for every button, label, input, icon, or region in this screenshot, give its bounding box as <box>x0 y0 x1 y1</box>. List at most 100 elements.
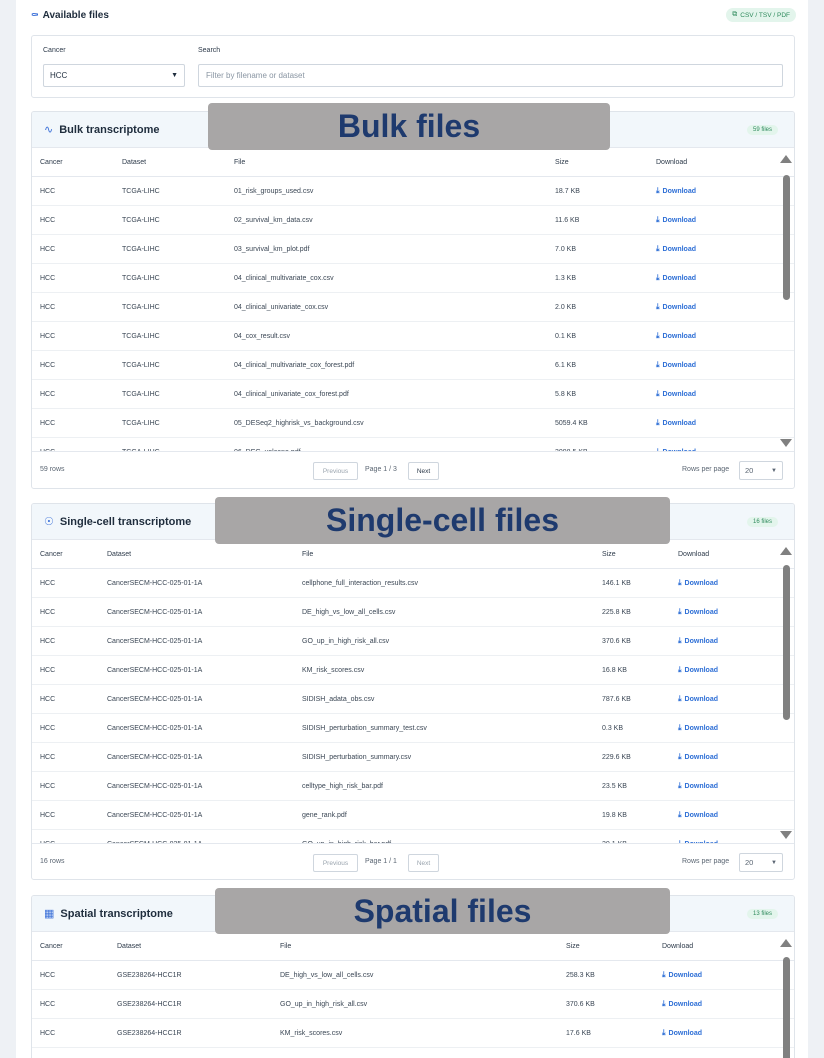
download-link[interactable]: ⤓Download <box>656 244 696 254</box>
spatial-title-group: ▦ Spatial transcriptome <box>44 907 173 921</box>
scroll-thumb[interactable] <box>783 175 790 300</box>
download-link[interactable]: ⤓Download <box>656 302 696 312</box>
scroll-up-icon[interactable] <box>780 939 792 947</box>
cell-size: 258.3 KB <box>566 971 595 979</box>
single-cell-table-body[interactable]: HCC CancerSECM-HCC-025-01-1A cellphone_ful… <box>32 569 794 843</box>
download-label: Download <box>684 724 718 732</box>
bulk-table-body[interactable]: HCC TCGA-LIHC 01_risk_groups_used.csv 18.7 … <box>32 177 794 451</box>
cell-size: 6.1 KB <box>555 361 577 369</box>
scroll-down-icon[interactable] <box>780 439 792 447</box>
cell-size: 16.8 KB <box>602 666 627 674</box>
download-icon: ⤓ <box>678 607 682 616</box>
scroll-up-icon[interactable] <box>780 155 792 163</box>
files-header: ⚰ Available files ⧉ CSV / TSV / PDF <box>31 6 796 24</box>
scroll-thumb[interactable] <box>783 957 790 1058</box>
bulk-scrollbar[interactable] <box>780 155 792 447</box>
scroll-thumb[interactable] <box>783 565 790 720</box>
spatial-table-body[interactable]: HCC GSE238264-HCC1R DE_high_vs_low_all_cel… <box>32 961 794 1058</box>
spatial-count-badge: 13 files <box>746 908 778 919</box>
single-cell-prev-button[interactable]: Previous <box>313 854 358 872</box>
single-cell-scrollbar[interactable] <box>780 547 792 839</box>
download-label: Download <box>662 332 696 340</box>
cell-cancer: HCC <box>40 637 56 645</box>
col-file: File <box>234 158 246 166</box>
single-cell-count-badge: 16 files <box>746 516 778 527</box>
spatial-title: Spatial transcriptome <box>60 907 173 920</box>
download-icon: ⤓ <box>662 999 666 1008</box>
cell-dataset: TCGA-LIHC <box>122 332 160 340</box>
download-label: Download <box>668 1000 702 1008</box>
col-cancer: Cancer <box>40 942 63 950</box>
cell-size: 370.6 KB <box>566 1000 595 1008</box>
cell-dataset: TCGA-LIHC <box>122 245 160 253</box>
table-row: HCC CancerSECM-HCC-025-01-1A celltype_high… <box>32 772 794 801</box>
single-cell-next-button[interactable]: Next <box>408 854 439 872</box>
download-label: Download <box>662 361 696 369</box>
download-link[interactable]: ⤓Download <box>662 999 702 1009</box>
single-cell-table-header: Cancer Dataset File Size Download <box>32 540 794 569</box>
download-icon: ⤓ <box>656 389 660 398</box>
cell-file: GO_up_in_high_risk_all.csv <box>280 1000 368 1008</box>
cell-file: 03_survival_km_plot.pdf <box>234 245 310 253</box>
cell-dataset: CancerSECM-HCC-025-01-1A <box>107 666 203 674</box>
cell-file: DE_high_vs_low_all_cells.csv <box>302 608 396 616</box>
cell-file: 04_clinical_univariate_cox.csv <box>234 303 329 311</box>
cell-size: 5.8 KB <box>555 390 577 398</box>
download-icon: ⤓ <box>656 273 660 282</box>
chevron-down-icon: ▼ <box>771 859 777 866</box>
cell-dataset: TCGA-LIHC <box>122 303 160 311</box>
cell-dataset: CancerSECM-HCC-025-01-1A <box>107 811 203 819</box>
cell-size: 1.3 KB <box>555 274 577 282</box>
download-link[interactable]: ⤓Download <box>662 970 702 980</box>
download-link[interactable]: ⤓Download <box>656 186 696 196</box>
download-link[interactable]: ⤓Download <box>656 418 696 428</box>
download-label: Download <box>662 187 696 195</box>
download-link[interactable]: ⤓Download <box>678 607 718 617</box>
download-link[interactable]: ⤓Download <box>678 694 718 704</box>
download-link[interactable]: ⤓Download <box>678 781 718 791</box>
download-label: Download <box>668 1029 702 1037</box>
scroll-down-icon[interactable] <box>780 831 792 839</box>
download-link[interactable]: ⤓Download <box>656 273 696 283</box>
download-label: Download <box>684 579 718 587</box>
search-input[interactable]: Filter by filename or dataset <box>198 64 783 87</box>
cell-file: 05_DESeq2_highrisk_vs_background.csv <box>234 419 364 427</box>
download-link[interactable]: ⤓Download <box>656 360 696 370</box>
download-link[interactable]: ⤓Download <box>656 331 696 341</box>
cell-size: 2.0 KB <box>555 303 577 311</box>
download-link[interactable]: ⤓Download <box>678 636 718 646</box>
download-link[interactable]: ⤓Download <box>678 578 718 588</box>
single-cell-rows-per-page-select[interactable]: 20 ▼ <box>739 853 783 872</box>
bulk-rows-per-page-select[interactable]: 20 ▼ <box>739 461 783 480</box>
download-link[interactable]: ⤓Download <box>656 215 696 225</box>
bulk-prev-button[interactable]: Previous <box>313 462 358 480</box>
download-link[interactable]: ⤓Download <box>678 752 718 762</box>
spatial-scrollbar[interactable] <box>780 939 792 1058</box>
export-badge-label: CSV / TSV / PDF <box>740 11 790 19</box>
cell-size: 19.8 KB <box>602 811 627 819</box>
download-link[interactable]: ⤓Download <box>656 389 696 399</box>
bulk-next-button[interactable]: Next <box>408 462 439 480</box>
single-cell-table-footer: 16 rows Previous Page 1 / 1 Next Rows pe… <box>32 843 794 879</box>
scroll-up-icon[interactable] <box>780 547 792 555</box>
download-link[interactable]: ⤓Download <box>678 810 718 820</box>
table-row: HCC TCGA-LIHC 04_clinical_multivariate_cox… <box>32 264 794 293</box>
cell-cancer: HCC <box>40 419 56 427</box>
cancer-select[interactable]: HCC ▼ <box>43 64 185 87</box>
cell-cancer: HCC <box>40 361 56 369</box>
cell-file: SIDISH_perturbation_summary.csv <box>302 753 412 761</box>
download-label: Download <box>684 695 718 703</box>
download-label: Download <box>684 782 718 790</box>
table-row: HCC TCGA-LIHC 04_cox_result.csv 0.1 KB ⤓ Down… <box>32 322 794 351</box>
download-link[interactable]: ⤓Download <box>678 665 718 675</box>
table-row: HCC CancerSECM-HCC-025-01-1A DE_high_vs_lo… <box>32 598 794 627</box>
table-row: HCC TCGA-LIHC 03_survival_km_plot.pdf 7.0 K… <box>32 235 794 264</box>
cell-file: 01_risk_groups_used.csv <box>234 187 314 195</box>
download-link[interactable]: ⤓Download <box>662 1028 702 1038</box>
download-link[interactable]: ⤓Download <box>678 723 718 733</box>
cell-cancer: HCC <box>40 579 56 587</box>
cell-size: 787.6 KB <box>602 695 631 703</box>
cell-dataset: CancerSECM-HCC-025-01-1A <box>107 579 203 587</box>
cell-dataset: GSE238264-HCC1R <box>117 1029 182 1037</box>
download-icon: ⤓ <box>678 636 682 645</box>
